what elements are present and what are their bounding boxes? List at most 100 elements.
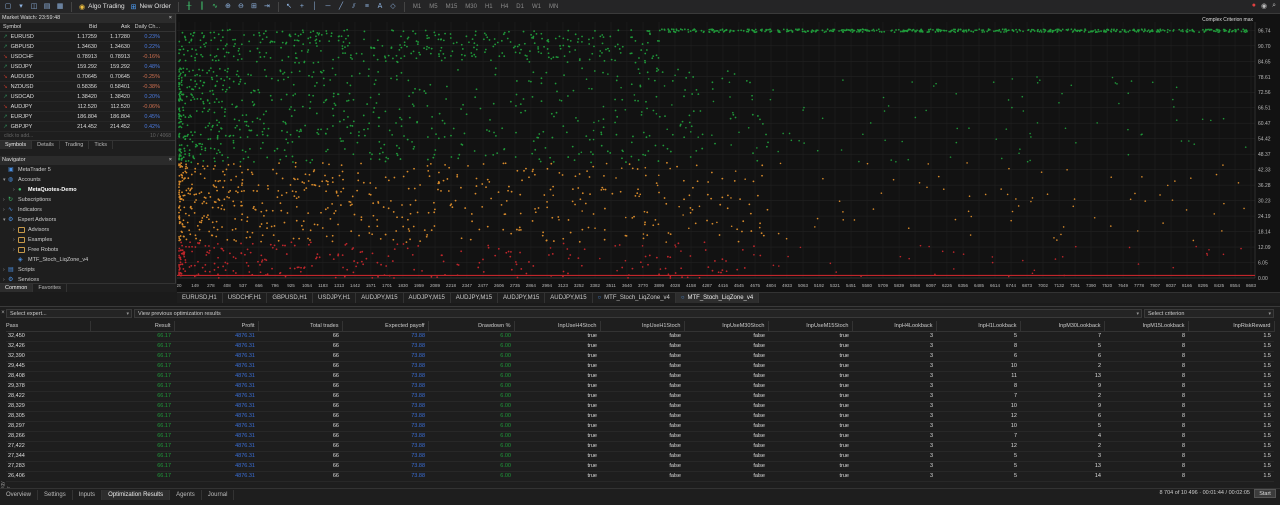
symbol-row[interactable]: ↘ AUDJPY 112.520 112.520 -0.06% bbox=[0, 102, 175, 112]
market-watch-icon[interactable]: ◫ bbox=[28, 1, 40, 12]
symbol-row[interactable]: ↗ USDJPY 159.292 159.292 0.48% bbox=[0, 62, 175, 72]
column-header[interactable]: Total trades bbox=[258, 321, 343, 332]
cursor-icon[interactable]: ↖ bbox=[283, 1, 295, 12]
new-chart-icon[interactable]: ▢ bbox=[2, 1, 14, 12]
column-header[interactable]: Result bbox=[90, 321, 175, 332]
chart-tab[interactable]: AUDJPY,M15 bbox=[451, 293, 499, 303]
text-icon[interactable]: A bbox=[374, 1, 386, 12]
tab-optimization-results[interactable]: Optimization Results bbox=[102, 489, 171, 500]
candlestick-icon[interactable]: ┃ bbox=[196, 1, 208, 12]
timeframe-h1[interactable]: H1 bbox=[481, 4, 497, 10]
column-header[interactable]: Profit bbox=[174, 321, 259, 332]
vertical-line-icon[interactable]: │ bbox=[309, 1, 321, 12]
previous-results-dropdown[interactable]: View previous optimization results ▾ bbox=[134, 308, 1142, 318]
timeframe-d1[interactable]: D1 bbox=[512, 4, 528, 10]
horizontal-line-icon[interactable]: ─ bbox=[322, 1, 334, 12]
symbol-row[interactable]: ↗ EURJPY 186.804 186.804 0.45% bbox=[0, 112, 175, 122]
table-row[interactable]: 28,266 66.17 4876.31 66 73.88 6.00 true false fa… bbox=[6, 431, 1274, 442]
table-row[interactable]: 27,344 66.17 4876.31 66 73.88 6.00 true false fa… bbox=[6, 451, 1274, 462]
line-chart-icon[interactable]: ∿ bbox=[209, 1, 221, 12]
table-row[interactable]: 28,305 66.17 4876.31 66 73.88 6.00 true false fa… bbox=[6, 411, 1274, 422]
timeframe-w1[interactable]: W1 bbox=[528, 4, 545, 10]
table-row[interactable]: 26,406 66.17 4876.31 66 73.88 6.00 true false fa… bbox=[6, 471, 1274, 482]
tab-trading[interactable]: Trading bbox=[60, 141, 90, 149]
chart-tab[interactable]: AUDJPY,M15 bbox=[404, 293, 451, 303]
timeframe-m1[interactable]: M1 bbox=[409, 4, 425, 10]
column-header[interactable]: Daily Ch... bbox=[130, 23, 164, 31]
chart-tab[interactable]: AUDJPY,M15 bbox=[498, 293, 546, 303]
channel-icon[interactable]: ⫽ bbox=[348, 1, 360, 12]
table-row[interactable]: 29,378 66.17 4876.31 66 73.88 6.00 true false fa… bbox=[6, 381, 1274, 392]
navigator-icon[interactable]: ▤ bbox=[41, 1, 53, 12]
navigator-item[interactable]: › ∿ Indicators bbox=[0, 205, 175, 215]
column-header[interactable]: Drawdown % bbox=[428, 321, 515, 332]
grid-icon[interactable]: ⊞ bbox=[248, 1, 260, 12]
column-header[interactable]: InpUseH4Stoch bbox=[514, 321, 601, 332]
optimization-chart[interactable]: 96.74 90.70 84.65 78.61 72.56 66.51 60.47 54.42… bbox=[177, 14, 1280, 292]
symbol-row[interactable]: ↘ AUDUSD 0.70645 0.70645 -0.25% bbox=[0, 72, 175, 82]
tab-details[interactable]: Details bbox=[32, 141, 60, 149]
navigator-item[interactable]: › Examples bbox=[0, 235, 175, 245]
notification-icon[interactable]: ● bbox=[1252, 2, 1256, 10]
table-row[interactable]: 28,422 66.17 4876.31 66 73.88 6.00 true false fa… bbox=[6, 391, 1274, 402]
tab-journal[interactable]: Journal bbox=[202, 489, 235, 500]
autoscroll-icon[interactable]: ⇥ bbox=[261, 1, 273, 12]
fibonacci-icon[interactable]: ≡ bbox=[361, 1, 373, 12]
trendline-icon[interactable]: ╱ bbox=[335, 1, 347, 12]
navigator-item[interactable]: ▾ ◍ Accounts bbox=[0, 175, 175, 185]
symbol-row[interactable]: ↗ GBPJPY 214.452 214.452 0.42% bbox=[0, 122, 175, 132]
tab-symbols[interactable]: Symbols bbox=[0, 141, 33, 149]
close-icon[interactable]: × bbox=[169, 14, 172, 23]
column-header[interactable]: Expected payoff bbox=[342, 321, 429, 332]
tab-settings[interactable]: Settings bbox=[38, 489, 73, 500]
new-order-button[interactable]: ⊞ New Order bbox=[128, 1, 174, 12]
symbol-row[interactable]: ↘ USDCHF 0.78913 0.78913 -0.16% bbox=[0, 52, 175, 62]
table-row[interactable]: 28,297 66.17 4876.31 66 73.88 6.00 true false fa… bbox=[6, 421, 1274, 432]
symbol-row[interactable]: ↗ USDCAD 1.38420 1.38420 0.20% bbox=[0, 92, 175, 102]
table-row[interactable]: 32,426 66.17 4876.31 66 73.88 6.00 true false fa… bbox=[6, 341, 1274, 352]
table-row[interactable]: 29,445 66.17 4876.31 66 73.88 6.00 true false fa… bbox=[6, 361, 1274, 372]
column-header[interactable]: InpUseH1Stoch bbox=[600, 321, 685, 332]
table-row[interactable]: 32,390 66.17 4876.31 66 73.88 6.00 true false fa… bbox=[6, 351, 1274, 362]
column-header[interactable]: InpM15Lookback bbox=[1104, 321, 1189, 332]
symbol-row[interactable]: ↗ GBPUSD 1.34630 1.34630 0.22% bbox=[0, 42, 175, 52]
profiles-icon[interactable]: ▾ bbox=[15, 1, 27, 12]
navigator-item[interactable]: ◈ MTF_Stoch_LiqZone_v4 bbox=[0, 255, 175, 265]
close-icon[interactable]: × bbox=[169, 156, 172, 165]
zoom-in-icon[interactable]: ⊕ bbox=[222, 1, 234, 12]
data-window-icon[interactable]: ▦ bbox=[54, 1, 66, 12]
column-header[interactable]: Ask bbox=[97, 23, 130, 31]
table-row[interactable]: 28,408 66.17 4876.31 66 73.88 6.00 true false fa… bbox=[6, 371, 1274, 382]
chart-tab[interactable]: EURUSD,H1 bbox=[177, 293, 223, 303]
symbol-row[interactable]: ↘ NZDUSD 0.58356 0.58401 -0.38% bbox=[0, 82, 175, 92]
column-header[interactable]: InpUseM30Stoch bbox=[684, 321, 769, 332]
column-header[interactable]: Bid bbox=[64, 23, 97, 31]
tab-inputs[interactable]: Inputs bbox=[73, 489, 103, 500]
zoom-out-icon[interactable]: ⊖ bbox=[235, 1, 247, 12]
timeframe-m30[interactable]: M30 bbox=[461, 4, 481, 10]
tab-favorites[interactable]: Favorites bbox=[33, 284, 67, 292]
timeframe-m15[interactable]: M15 bbox=[442, 4, 462, 10]
chart-tab[interactable]: GBPUSD,H1 bbox=[267, 293, 314, 303]
column-header[interactable]: Pass bbox=[6, 321, 91, 332]
column-header[interactable]: InpM30Lookback bbox=[1020, 321, 1105, 332]
table-row[interactable]: 27,283 66.17 4876.31 66 73.88 6.00 true false fa… bbox=[6, 461, 1274, 472]
timeframe-mn[interactable]: MN bbox=[545, 4, 562, 10]
algo-trading-button[interactable]: ◉ Algo Trading bbox=[76, 1, 128, 12]
timeframe-m5[interactable]: M5 bbox=[425, 4, 441, 10]
table-row[interactable]: 28,329 66.17 4876.31 66 73.88 6.00 true false fa… bbox=[6, 401, 1274, 412]
add-symbol-link[interactable]: click to add... bbox=[4, 132, 33, 140]
tab-common[interactable]: Common bbox=[0, 284, 34, 292]
select-criterion-dropdown[interactable]: Select criterion ▾ bbox=[1144, 308, 1274, 318]
navigator-item[interactable]: ▣ MetaTrader 5 bbox=[0, 165, 175, 175]
table-row[interactable]: 32,450 66.17 4876.31 66 73.88 6.00 true false fa… bbox=[6, 331, 1274, 342]
chart-tab[interactable]: USDJPY,H1 bbox=[313, 293, 357, 303]
bar-chart-icon[interactable]: ╫ bbox=[183, 1, 195, 12]
timeframe-h4[interactable]: H4 bbox=[497, 4, 513, 10]
column-header[interactable]: InpRiskReward bbox=[1188, 321, 1275, 332]
column-header[interactable]: InpH4Lookback bbox=[852, 321, 937, 332]
account-icon[interactable]: ◉ bbox=[1261, 2, 1267, 10]
symbol-row[interactable]: ↗ EURUSD 1.17259 1.17280 0.23% bbox=[0, 32, 175, 42]
crosshair-icon[interactable]: + bbox=[296, 1, 308, 12]
chart-tab[interactable]: ○ MTF_Stoch_LiqZone_v4 bbox=[675, 293, 760, 303]
